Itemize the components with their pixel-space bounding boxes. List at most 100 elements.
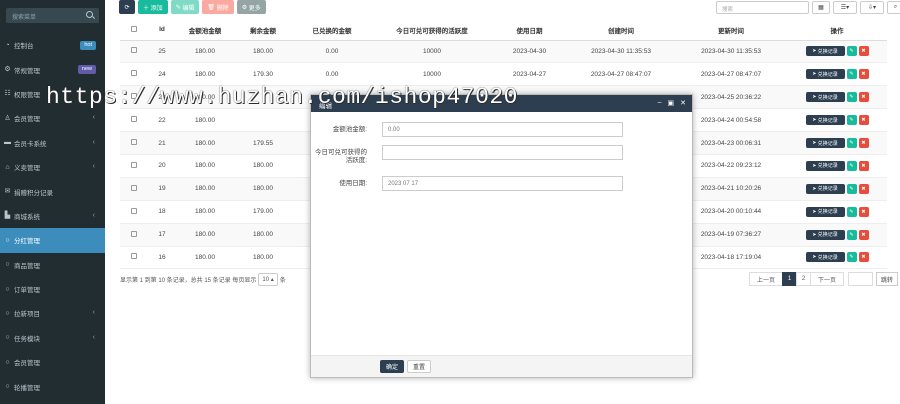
prev-page-button[interactable]: 上一页 — [749, 272, 783, 286]
exchange-log-button[interactable]: ➤ 兑换记录 — [805, 206, 845, 217]
close-icon[interactable]: ✕ — [680, 99, 686, 107]
select-all-checkbox[interactable] — [131, 25, 137, 32]
confirm-button[interactable]: 确定 — [380, 360, 404, 373]
row-edit-button[interactable]: ✎ — [846, 92, 857, 103]
row-edit-button[interactable]: ✎ — [846, 115, 857, 126]
sidebar-item-11[interactable]: ○ 拉新项目 ‹ — [0, 301, 105, 325]
edit-button[interactable]: ✎ 编辑 — [170, 0, 200, 14]
row-actions: ➤ 兑换记录 ✎ ✖ — [787, 131, 887, 155]
row-delete-button[interactable]: ✖ — [858, 92, 869, 103]
pagination: 上一页 1 2 下一页 — [749, 272, 844, 286]
activity-input[interactable] — [382, 145, 623, 160]
row-edit-button[interactable]: ✎ — [846, 206, 857, 217]
sidebar-item-7[interactable]: ▙ 商城系统 ‹ — [0, 204, 105, 228]
row-delete-button[interactable]: ✖ — [858, 69, 869, 80]
jump-button[interactable]: 跳转 — [876, 272, 898, 286]
table-cell: 20 — [148, 154, 176, 178]
row-delete-button[interactable]: ✖ — [858, 46, 869, 57]
row-delete-button[interactable]: ✖ — [858, 115, 869, 126]
sidebar-item-6[interactable]: ✉ 捐赠积分记录 — [0, 179, 105, 203]
send-icon: ➤ — [812, 185, 817, 192]
sidebar-search[interactable]: 搜索菜单 — [6, 8, 99, 23]
sidebar-item-label: 分红管理 — [14, 238, 40, 246]
next-page-button[interactable]: 下一页 — [810, 272, 844, 286]
table-cell: 180.00 — [176, 246, 234, 270]
page-2-button[interactable]: 2 — [796, 272, 811, 286]
pool-amount-input[interactable]: 0.00 — [382, 122, 623, 137]
reset-button[interactable]: 重置 — [407, 360, 431, 373]
advanced-search-button[interactable]: ⌕ — [887, 1, 900, 14]
sidebar-item-12[interactable]: ○ 任务模块 ‹ — [0, 326, 105, 350]
row-edit-button[interactable]: ✎ — [846, 183, 857, 194]
row-checkbox[interactable] — [131, 139, 137, 145]
send-icon: ➤ — [812, 162, 817, 169]
row-checkbox[interactable] — [131, 230, 137, 237]
table-cell: 2023-04-27 08:47:07 — [675, 62, 787, 87]
row-edit-button[interactable]: ✎ — [846, 229, 857, 240]
sidebar-item-13[interactable]: ○ 会员管理 — [0, 350, 105, 374]
sidebar-item-label: 控制台 — [14, 43, 34, 51]
exchange-log-button[interactable]: ➤ 兑换记录 — [805, 252, 845, 263]
row-checkbox[interactable] — [131, 253, 137, 260]
table-cell: 24 — [148, 62, 176, 87]
sidebar-item-4[interactable]: ▬ 会员卡系统 ‹ — [0, 131, 105, 155]
sidebar-item-9[interactable]: ○ 商品管理 — [0, 253, 105, 277]
sidebar-item-1[interactable]: ⚙ 常规管理 new — [0, 57, 105, 81]
exchange-log-button[interactable]: ➤ 兑换记录 — [805, 138, 845, 148]
exchange-log-button[interactable]: ➤ 兑换记录 — [805, 46, 845, 57]
row-edit-button[interactable]: ✎ — [846, 138, 857, 148]
maximize-icon[interactable]: ▣ — [668, 99, 675, 107]
row-edit-button[interactable]: ✎ — [846, 252, 857, 263]
exchange-log-button[interactable]: ➤ 兑换记录 — [805, 160, 845, 171]
row-delete-button[interactable]: ✖ — [858, 229, 869, 240]
row-checkbox[interactable] — [131, 116, 137, 123]
per-page-select[interactable]: 10 ▴ — [258, 273, 278, 286]
row-delete-button[interactable]: ✖ — [858, 160, 869, 171]
row-edit-button[interactable]: ✎ — [846, 46, 857, 57]
sidebar-item-0[interactable]: ◔ 控制台 hot — [0, 33, 105, 57]
row-checkbox[interactable] — [131, 70, 137, 77]
row-edit-button[interactable]: ✎ — [846, 160, 857, 171]
row-delete-button[interactable]: ✖ — [858, 183, 869, 194]
exchange-log-button[interactable]: ➤ 兑换记录 — [805, 69, 845, 80]
use-date-input[interactable]: 2023 07 17 — [382, 176, 623, 191]
refresh-button[interactable]: ⟳ — [119, 0, 135, 14]
jump-page-input[interactable] — [848, 272, 873, 286]
search-icon[interactable] — [86, 11, 93, 18]
row-checkbox[interactable] — [131, 161, 137, 168]
minimize-icon[interactable]: – — [658, 99, 662, 107]
exchange-log-button[interactable]: ➤ 兑换记录 — [805, 115, 845, 126]
sidebar-item-8[interactable]: ○ 分红管理 — [0, 228, 105, 253]
row-select-cell — [120, 154, 148, 178]
row-checkbox[interactable] — [131, 47, 137, 54]
sidebar-item-5[interactable]: ⌂ 义卖管理 ‹ — [0, 155, 105, 179]
sidebar-item-label: 捐赠积分记录 — [14, 189, 53, 197]
exchange-log-button[interactable]: ➤ 兑换记录 — [805, 92, 845, 103]
more-button[interactable]: ⚙ 更多 — [236, 0, 266, 14]
sidebar-item-14[interactable]: ○ 轮播管理 — [0, 374, 105, 398]
exchange-log-button[interactable]: ➤ 兑换记录 — [805, 229, 845, 240]
table-search-input[interactable]: 搜索 — [716, 1, 809, 14]
table-row[interactable]: 25 180.00 180.00 0.00 10000 2023-04-30 2023-04… — [120, 40, 887, 64]
page-1-button[interactable]: 1 — [782, 272, 797, 286]
sidebar-item-10[interactable]: ○ 订单管理 — [0, 277, 105, 301]
table-row[interactable]: 24 180.00 179.30 0.00 10000 2023-04-27 2023-04… — [120, 62, 887, 87]
chevron-left-icon: ‹ — [92, 333, 95, 341]
delete-button[interactable]: 🗑 删除 — [202, 0, 234, 14]
exchange-log-button[interactable]: ➤ 兑换记录 — [805, 183, 845, 194]
select-all-header[interactable] — [120, 20, 148, 41]
row-delete-button[interactable]: ✖ — [858, 138, 869, 148]
columns-button[interactable]: ☰▾ — [833, 1, 857, 14]
add-button[interactable]: ＋ 添加 — [138, 0, 168, 14]
export-button[interactable]: ⇩▾ — [860, 1, 884, 14]
table-cell: 179.30 — [234, 62, 292, 87]
row-edit-button[interactable]: ✎ — [846, 69, 857, 80]
table-cell: 180.00 — [234, 177, 292, 201]
row-delete-button[interactable]: ✖ — [858, 252, 869, 263]
row-delete-button[interactable]: ✖ — [858, 206, 869, 217]
toggle-view-button[interactable]: ▦ — [812, 1, 830, 14]
row-checkbox[interactable] — [131, 207, 137, 214]
row-checkbox[interactable] — [131, 184, 137, 191]
table-cell: 180.00 — [234, 223, 292, 247]
sidebar-item-label: 订单管理 — [14, 287, 40, 295]
